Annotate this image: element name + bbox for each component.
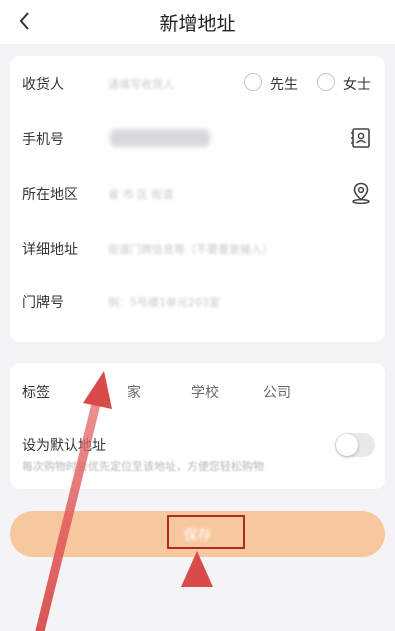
tag-company[interactable]: 公司 bbox=[263, 382, 291, 402]
address-input[interactable]: 街道门牌信息等（不要重复输入） bbox=[108, 241, 273, 257]
radio-mr[interactable] bbox=[244, 73, 262, 91]
highlight-box bbox=[167, 515, 245, 549]
address-row: 详细地址 街道门牌信息等（不要重复输入） bbox=[10, 229, 385, 269]
phone-row: 手机号 bbox=[10, 119, 385, 159]
receiver-row: 收货人 请填写收货人 先生 女士 bbox=[10, 64, 385, 104]
tag-home[interactable]: 家 bbox=[127, 382, 141, 402]
toggle-knob bbox=[336, 434, 358, 456]
default-address-label: 设为默认地址 bbox=[22, 438, 106, 454]
tag-settings-card: 标签 家 学校 公司 设为默认地址 每次购物时会优先定位至该地址，方便您轻松购物 bbox=[10, 363, 385, 489]
region-input[interactable]: 省 市 区 街道 bbox=[108, 186, 174, 202]
phone-input[interactable] bbox=[110, 129, 210, 147]
default-address-hint: 每次购物时会优先定位至该地址，方便您轻松购物 bbox=[22, 460, 264, 473]
radio-mr-label[interactable]: 先生 bbox=[270, 74, 298, 94]
tag-label: 标签 bbox=[22, 385, 50, 401]
receiver-input[interactable]: 请填写收货人 bbox=[108, 76, 174, 92]
address-form-card: 收货人 请填写收货人 先生 女士 手机号 所在地区 省 市 区 街道 详细地址 … bbox=[10, 56, 385, 342]
region-label: 所在地区 bbox=[22, 187, 78, 203]
top-bar: 新增地址 bbox=[0, 0, 395, 44]
location-pin-icon[interactable] bbox=[349, 181, 373, 205]
tag-school[interactable]: 学校 bbox=[191, 382, 219, 402]
contact-book-icon[interactable] bbox=[349, 126, 373, 150]
address-label: 详细地址 bbox=[22, 242, 78, 258]
receiver-label: 收货人 bbox=[22, 77, 64, 93]
door-input[interactable]: 例：5号楼1单元203室 bbox=[108, 294, 220, 310]
door-label: 门牌号 bbox=[22, 295, 64, 311]
page-title: 新增地址 bbox=[159, 13, 236, 35]
phone-label: 手机号 bbox=[22, 132, 64, 148]
door-row: 门牌号 例：5号楼1单元203室 bbox=[10, 282, 385, 322]
radio-ms-label[interactable]: 女士 bbox=[343, 74, 371, 94]
radio-ms[interactable] bbox=[317, 73, 335, 91]
region-row[interactable]: 所在地区 省 市 区 街道 bbox=[10, 174, 385, 214]
arrow-to-save bbox=[181, 551, 213, 631]
default-address-toggle[interactable] bbox=[335, 433, 375, 457]
